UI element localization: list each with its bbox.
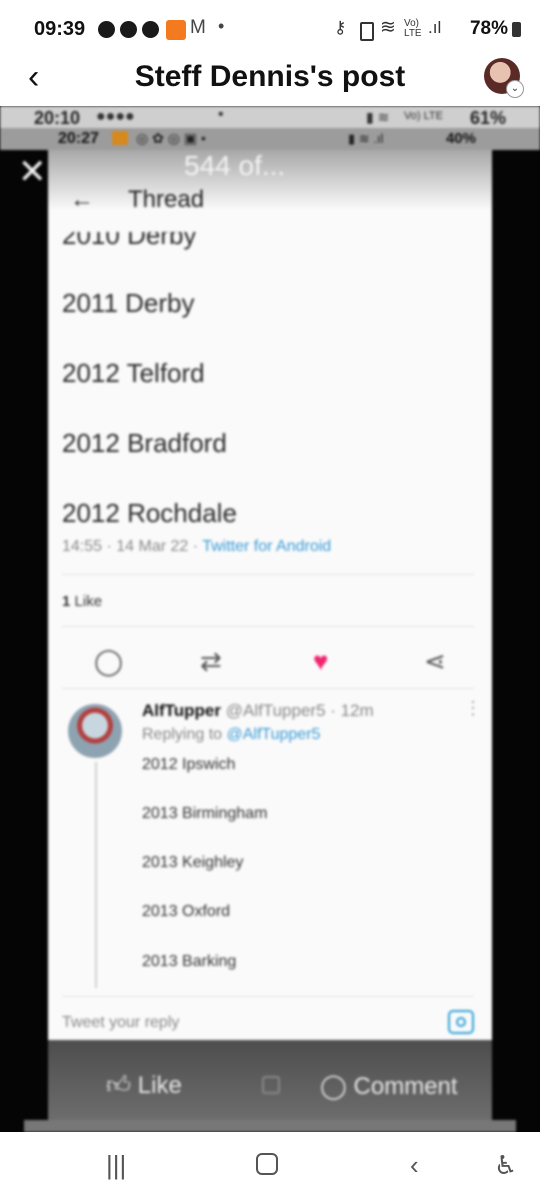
camera-icon [448,1010,474,1034]
replying-prefix: Replying to [142,726,227,743]
battery-saver-icon [360,22,374,41]
comment-label: Comment [353,1073,458,1100]
reply-handle: @AlfTupper5 · 12m [221,701,374,720]
clock: 09:39 [34,18,86,40]
recent-apps-button[interactable]: ||| [106,1150,126,1181]
inner-status-bar-1: 20:10 ●●●● • ▮ ≋ Vo) LTE 61% [0,106,540,128]
battery-percent: 78% [469,18,508,39]
square-icon [262,1076,280,1094]
reply-list-item: 2013 Oxford [142,903,231,920]
tweet-time: 14:55 · 14 Mar 22 · [62,538,203,555]
dot-icon: • [218,16,225,36]
list-item: 2012 Telford [62,358,205,388]
likes-count: 1 Like [62,593,102,610]
navigation-bar: ||| ‹ ♿︎ [0,1132,540,1199]
inner-status-bar-2: 20:27 ◎ ✿ ◎ ▣ • ▮ ≋ .ıl 40% [0,128,540,150]
messenger-icon: ●●●● [96,108,135,125]
reply-list-item: 2013 Birmingham [142,805,268,822]
signal-icon: .ıl [428,18,442,37]
thread-header: ← Thread [70,186,204,214]
thread-line [95,762,97,988]
reply-author: AlfTupper @AlfTupper5 · 12m [142,701,374,721]
close-icon[interactable]: ✕ [18,152,47,192]
divider [62,996,474,997]
list-item: 2011 Derby [62,288,195,318]
key-icon: ⚷ [334,18,347,37]
battery-icon [512,22,521,37]
post-image[interactable]: 20:10 ●●●● • ▮ ≋ Vo) LTE 61% 20:27 ◎ ✿ ◎… [0,106,540,1132]
reply-list-item: 2013 Barking [142,953,237,970]
like-label: Like [137,1072,182,1099]
tweet-meta: 14:55 · 14 Mar 22 · Twitter for Android [62,538,331,556]
home-button[interactable] [256,1153,278,1175]
likes-label: Like [74,593,103,610]
back-arrow-icon: ← [70,186,94,213]
more-icon: ⋮ [464,698,482,718]
inner-battery-1: 61% [469,108,506,128]
replying-user: @AlfTupper5 [226,726,321,743]
heart-icon: ♥ [313,646,329,676]
accessibility-icon[interactable]: ♿︎ [494,1150,517,1181]
profile-avatar[interactable]: ⌄ [484,58,524,98]
list-item: 2012 Bradford [62,428,227,458]
volte-icon: Vo) LTE [404,110,443,122]
divider [62,688,474,689]
temu-icon [166,20,186,40]
thread-title: Thread [128,186,205,213]
thumbs-up-icon: 👍︎ [106,1072,132,1099]
back-nav-button[interactable]: ‹ [410,1150,419,1181]
reply-avatar [68,704,122,758]
volte-icon: Vo) LTE [404,18,422,39]
comment-icon: ◯ [320,1073,347,1100]
divider [62,626,474,627]
notification-icons: ◎ ✿ ◎ ▣ • [136,130,206,146]
reply-list-item: 2012 Ipswich [142,756,236,773]
image-counter: 544 of... [184,150,286,181]
gmail-icon: M [190,17,206,38]
reply-list-item: 2013 Keighley [142,854,244,871]
status-bar: 09:39 M • ⚷ ≋ Vo) LTE .ıl 78% [0,0,540,58]
comment-button: ◯ Comment [320,1072,458,1101]
inner-battery-2: 40% [445,130,476,147]
divider [62,574,474,575]
messenger-icon [142,21,159,38]
reply-input: Tweet your reply [62,1014,180,1031]
share-icon: ⋖ [424,646,446,676]
page-title: Steff Dennis's post [134,60,406,93]
retweet-icon: ⇄ [200,646,222,676]
list-item: 2012 Rochdale [62,498,237,528]
messenger-icon [120,21,137,38]
inner-clock-2: 20:27 [58,130,99,147]
messenger-icon [98,21,115,38]
inner-twitter-screen [48,150,492,1040]
inner-clock-1: 20:10 [34,108,81,128]
tweet-source: Twitter for Android [202,538,332,555]
image-bottom-edge [24,1120,516,1132]
signal-icon: ▮ ≋ .ıl [348,131,384,146]
chevron-down-icon: ⌄ [506,80,524,98]
like-button: 👍︎ Like [106,1072,182,1100]
replying-to: Replying to @AlfTupper5 [142,726,320,744]
post-header: ‹ Steff Dennis's post ⌄ [0,58,540,106]
wifi-icon: ≋ [380,17,396,38]
notification-icon [112,131,128,145]
reply-icon: ◯ [94,646,124,676]
likes-number: 1 [62,593,71,610]
dot-icon: • [218,106,224,123]
reply-name: AlfTupper [142,701,222,720]
wifi-icon: ▮ ≋ [366,109,390,125]
